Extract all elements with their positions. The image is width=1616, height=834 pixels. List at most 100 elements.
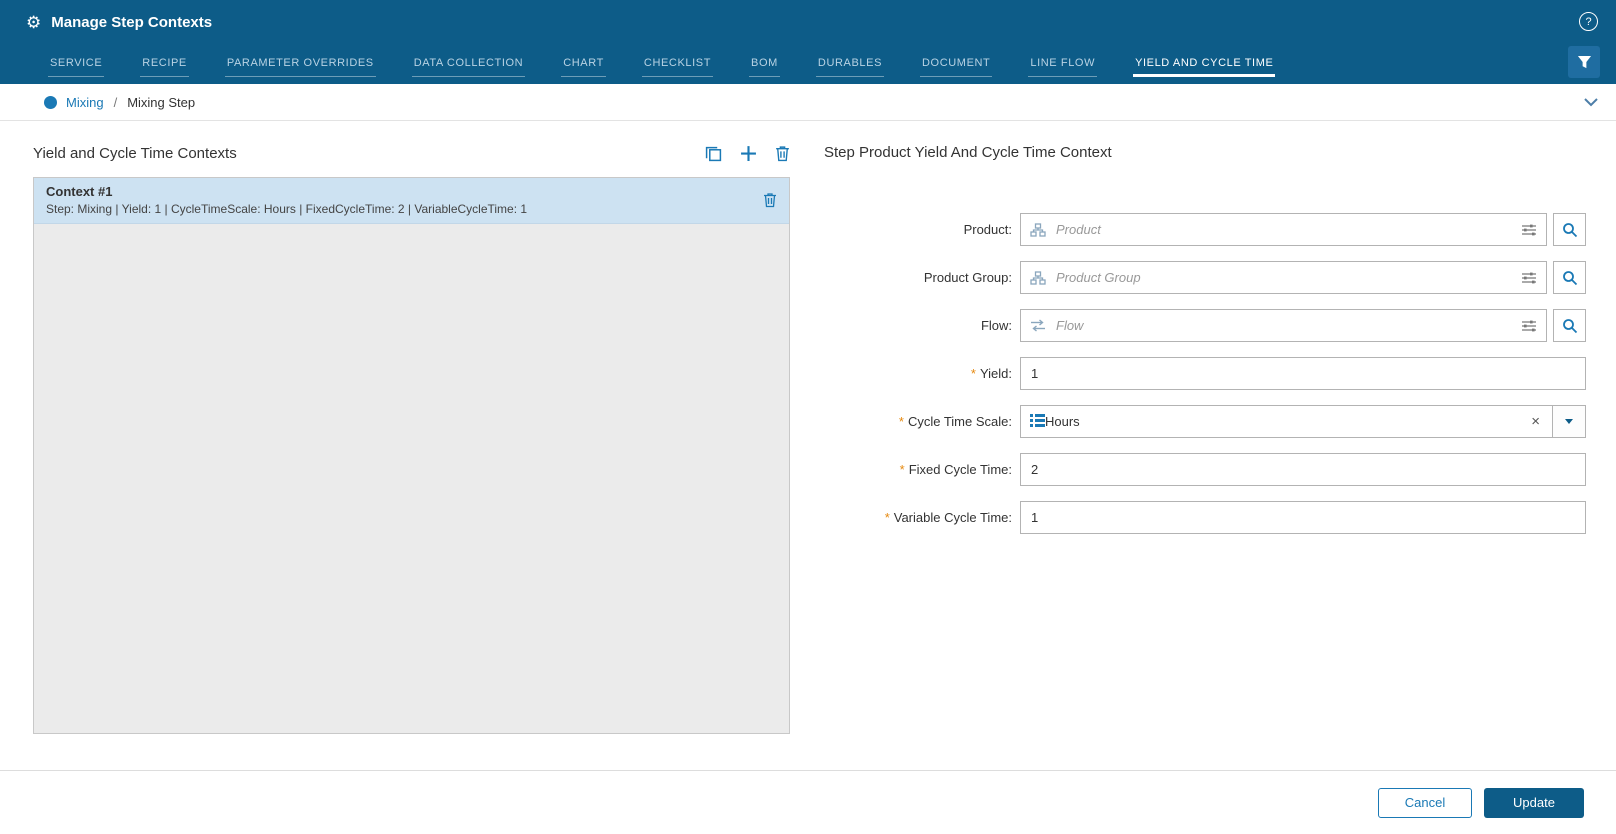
required-marker: *	[885, 510, 890, 525]
product-group-search-button[interactable]	[1553, 261, 1586, 294]
tab-line-flow[interactable]: LINE FLOW	[1028, 52, 1097, 77]
tab-bar: SERVICE RECIPE PARAMETER OVERRIDES DATA …	[0, 44, 1616, 84]
list-item[interactable]: Context #1 Step: Mixing | Yield: 1 | Cyc…	[34, 178, 789, 224]
search-icon	[1562, 318, 1578, 334]
required-marker: *	[899, 414, 904, 429]
fixed-cycle-time-control	[1020, 453, 1586, 486]
tab-chart[interactable]: CHART	[561, 52, 606, 77]
required-marker: *	[971, 366, 976, 381]
product-group-row: Product Group:	[824, 261, 1586, 294]
product-entity-picker	[1020, 213, 1547, 246]
variable-cycle-time-control	[1020, 501, 1586, 534]
flow-entity-icon	[1030, 319, 1046, 332]
context-form-title: Step Product Yield And Cycle Time Contex…	[824, 138, 1586, 168]
search-icon	[1562, 270, 1578, 286]
product-group-input[interactable]	[1054, 269, 1513, 286]
copy-icon	[705, 145, 722, 162]
trash-icon	[775, 145, 790, 162]
product-group-filter-options-icon[interactable]	[1521, 271, 1537, 285]
cycle-time-scale-control: Hours ×	[1020, 405, 1586, 438]
clear-icon[interactable]: ×	[1519, 414, 1552, 429]
flow-input[interactable]	[1054, 317, 1513, 334]
cycle-time-scale-label-text: Cycle Time Scale:	[908, 414, 1012, 429]
dropdown-button[interactable]	[1552, 406, 1585, 437]
delete-button[interactable]	[775, 145, 790, 162]
breadcrumb: Mixing / Mixing Step	[0, 84, 1616, 121]
list-item-texts: Context #1 Step: Mixing | Yield: 1 | Cyc…	[46, 184, 527, 216]
cycle-time-scale-row: * Cycle Time Scale: Hours ×	[824, 405, 1586, 438]
flow-entity-picker	[1020, 309, 1547, 342]
breadcrumb-parent-link[interactable]: Mixing	[66, 95, 104, 110]
variable-cycle-time-label-text: Variable Cycle Time:	[894, 510, 1012, 525]
product-group-control	[1020, 261, 1586, 294]
footer-bar: Cancel Update	[0, 770, 1616, 834]
fixed-cycle-time-label: * Fixed Cycle Time:	[824, 462, 1020, 477]
search-icon	[1562, 222, 1578, 238]
help-icon[interactable]: ?	[1579, 12, 1598, 31]
product-input[interactable]	[1054, 221, 1513, 238]
contexts-panel-header: Yield and Cycle Time Contexts	[33, 138, 790, 169]
tab-data-collection[interactable]: DATA COLLECTION	[412, 52, 525, 77]
product-label: Product:	[824, 222, 1020, 237]
chevron-down-icon	[1565, 419, 1573, 424]
entity-dot-icon	[44, 96, 57, 109]
variable-cycle-time-input[interactable]	[1020, 501, 1586, 534]
variable-cycle-time-row: * Variable Cycle Time:	[824, 501, 1586, 534]
gear-icon: ⚙	[26, 14, 41, 31]
page-title: Manage Step Contexts	[51, 14, 212, 31]
tab-service[interactable]: SERVICE	[48, 52, 104, 77]
item-delete-button[interactable]	[763, 192, 777, 208]
tab-parameter-overrides[interactable]: PARAMETER OVERRIDES	[225, 52, 376, 77]
plus-icon	[740, 145, 757, 162]
product-filter-options-icon[interactable]	[1521, 223, 1537, 237]
cycle-time-scale-combobox[interactable]: Hours ×	[1020, 405, 1586, 438]
trash-icon	[763, 192, 777, 208]
yield-input[interactable]	[1020, 357, 1586, 390]
product-entity-icon	[1030, 223, 1046, 237]
add-button[interactable]	[740, 145, 757, 162]
yield-label-text: Yield:	[980, 366, 1012, 381]
list-item-subtitle: Step: Mixing | Yield: 1 | CycleTimeScale…	[46, 202, 527, 216]
update-button[interactable]: Update	[1484, 788, 1584, 818]
copy-button[interactable]	[705, 145, 722, 162]
breadcrumb-current: Mixing Step	[127, 95, 195, 110]
flow-control	[1020, 309, 1586, 342]
collapse-chevron-icon[interactable]	[1584, 98, 1598, 107]
tab-recipe[interactable]: RECIPE	[140, 52, 189, 77]
yield-label: * Yield:	[824, 366, 1020, 381]
filter-icon	[1577, 55, 1592, 70]
product-search-button[interactable]	[1553, 213, 1586, 246]
product-control	[1020, 213, 1586, 246]
product-row: Product:	[824, 213, 1586, 246]
contexts-panel-actions	[705, 145, 790, 162]
contexts-panel: Yield and Cycle Time Contexts Context #1…	[33, 138, 790, 734]
product-group-label: Product Group:	[824, 270, 1020, 285]
cycle-time-scale-value: Hours	[1045, 414, 1519, 429]
cancel-button[interactable]: Cancel	[1378, 788, 1472, 818]
contexts-list: Context #1 Step: Mixing | Yield: 1 | Cyc…	[33, 177, 790, 734]
tab-document[interactable]: DOCUMENT	[920, 52, 992, 77]
tab-checklist[interactable]: CHECKLIST	[642, 52, 713, 77]
filter-button[interactable]	[1568, 46, 1600, 78]
flow-label: Flow:	[824, 318, 1020, 333]
list-item-title: Context #1	[46, 184, 527, 199]
list-icon	[1030, 414, 1045, 430]
tab-durables[interactable]: DURABLES	[816, 52, 884, 77]
contexts-panel-title: Yield and Cycle Time Contexts	[33, 145, 237, 162]
fixed-cycle-time-row: * Fixed Cycle Time:	[824, 453, 1586, 486]
title-bar: ⚙ Manage Step Contexts ?	[0, 0, 1616, 44]
product-group-entity-icon	[1030, 271, 1046, 285]
required-marker: *	[900, 462, 905, 477]
fixed-cycle-time-input[interactable]	[1020, 453, 1586, 486]
product-group-entity-picker	[1020, 261, 1547, 294]
breadcrumb-separator: /	[114, 95, 118, 110]
flow-filter-options-icon[interactable]	[1521, 319, 1537, 333]
flow-row: Flow:	[824, 309, 1586, 342]
context-form-panel: Step Product Yield And Cycle Time Contex…	[824, 138, 1586, 549]
cycle-time-scale-label: * Cycle Time Scale:	[824, 414, 1020, 429]
tab-yield-and-cycle-time[interactable]: YIELD AND CYCLE TIME	[1133, 52, 1275, 77]
tab-bom[interactable]: BOM	[749, 52, 780, 77]
flow-search-button[interactable]	[1553, 309, 1586, 342]
variable-cycle-time-label: * Variable Cycle Time:	[824, 510, 1020, 525]
fixed-cycle-time-label-text: Fixed Cycle Time:	[909, 462, 1012, 477]
